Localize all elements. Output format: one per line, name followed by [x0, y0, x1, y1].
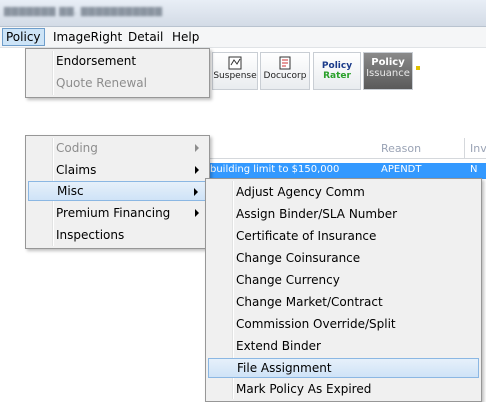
- menu-item-quote-renewal[interactable]: Quote Renewal: [28, 73, 207, 93]
- menu-item-label: Mark Policy As Expired: [236, 382, 372, 396]
- menu-item-commission-override-split[interactable]: Commission Override/Split: [208, 314, 479, 334]
- policy-rater-label-2: Rater: [323, 71, 351, 81]
- menu-policy[interactable]: Policy: [2, 28, 45, 46]
- menu-item-inspections-label: Inspections: [56, 228, 125, 242]
- docucorp-label: Docucorp: [263, 71, 307, 81]
- menu-item-certificate-of-insurance[interactable]: Certificate of Insurance: [208, 226, 479, 246]
- menu-item-change-coinsurance[interactable]: Change Coinsurance: [208, 248, 479, 268]
- column-reason[interactable]: Reason: [381, 142, 421, 155]
- menu-item-change-market-contract[interactable]: Change Market/Contract: [208, 292, 479, 312]
- menu-item-misc[interactable]: Misc: [28, 181, 207, 201]
- misc-submenu: Adjust Agency Comm Assign Binder/SLA Num…: [205, 178, 482, 402]
- menu-item-claims-label: Claims: [56, 163, 97, 177]
- menu-item-coding[interactable]: Coding: [28, 138, 207, 158]
- menu-item-endorsement[interactable]: Endorsement: [28, 51, 207, 71]
- column-inv[interactable]: Inv: [470, 142, 486, 155]
- suspense-button[interactable]: Suspense: [212, 52, 258, 90]
- menu-item-change-currency[interactable]: Change Currency: [208, 270, 479, 290]
- policy-issuance-label-2: Issuance: [366, 68, 410, 79]
- menu-item-label: Adjust Agency Comm: [236, 185, 365, 199]
- menu-item-label: File Assignment: [237, 361, 332, 375]
- grid-header: Reason Inv: [206, 138, 486, 159]
- menu-item-mark-policy-as-expired[interactable]: Mark Policy As Expired: [208, 379, 479, 399]
- menu-item-label: Certificate of Insurance: [236, 229, 377, 243]
- menu-item-assign-binder[interactable]: Assign Binder/SLA Number: [208, 204, 479, 224]
- policy-rater-icon: [314, 53, 360, 61]
- row-reason: APENDT: [381, 164, 422, 175]
- menu-bar: Policy ImageRight Detail Help: [0, 27, 486, 48]
- menu-item-label: Extend Binder: [236, 339, 321, 353]
- chevron-right-icon: [195, 166, 199, 174]
- menu-imageright[interactable]: ImageRight: [50, 29, 125, 45]
- title-bar: ▇▇▇▇▇▇▇ ▇▇. ▇▇▇▇▇▇▇▇▇▇▇: [0, 0, 486, 27]
- menu-detail[interactable]: Detail: [125, 29, 166, 45]
- menu-item-coding-label: Coding: [56, 141, 98, 155]
- menu-item-label: Change Market/Contract: [236, 295, 383, 309]
- chevron-right-icon: [195, 209, 199, 217]
- menu-item-label: Change Coinsurance: [236, 251, 361, 265]
- menu-item-label: Assign Binder/SLA Number: [236, 207, 398, 221]
- menu-item-label: Change Currency: [236, 273, 340, 287]
- toolbar: Suspense Docucorp Policy Rater Policy Is…: [206, 50, 486, 90]
- policy-menu: Coding Claims Misc Premium Financing Ins…: [25, 135, 210, 249]
- menu-item-file-assignment[interactable]: File Assignment: [208, 358, 479, 378]
- policy-rater-label-1: Policy: [321, 61, 353, 71]
- policy-rater-button[interactable]: Policy Rater: [313, 52, 361, 90]
- menu-item-premium-financing[interactable]: Premium Financing: [28, 203, 207, 223]
- chevron-right-icon: [194, 188, 198, 196]
- suspense-icon: [228, 56, 242, 70]
- menu-item-quote-renewal-label: Quote Renewal: [56, 76, 147, 90]
- docucorp-button[interactable]: Docucorp: [260, 52, 310, 90]
- menu-help[interactable]: Help: [169, 29, 202, 45]
- toolbar-overflow-icon[interactable]: [416, 66, 420, 70]
- policy-issuance-button[interactable]: Policy Issuance: [363, 52, 413, 90]
- suspense-label: Suspense: [213, 71, 257, 81]
- menu-item-misc-label: Misc: [57, 184, 84, 198]
- window-title-blurred: ▇▇▇▇▇▇▇ ▇▇. ▇▇▇▇▇▇▇▇▇▇▇: [4, 7, 163, 17]
- menu-item-label: Commission Override/Split: [236, 317, 396, 331]
- docucorp-icon: [279, 56, 291, 70]
- menu-item-adjust-agency-comm[interactable]: Adjust Agency Comm: [208, 182, 479, 202]
- menu-item-claims[interactable]: Claims: [28, 160, 207, 180]
- menu-item-inspections[interactable]: Inspections: [28, 225, 207, 245]
- row-description: building limit to $150,000: [210, 164, 340, 175]
- menu-item-extend-binder[interactable]: Extend Binder: [208, 336, 479, 356]
- policy-menu-top: Endorsement Quote Renewal: [25, 48, 210, 98]
- table-row-selected[interactable]: building limit to $150,000 APENDT N: [206, 163, 486, 179]
- policy-issuance-label-1: Policy: [371, 57, 405, 68]
- menu-item-endorsement-label: Endorsement: [56, 54, 137, 68]
- row-inv: N: [470, 164, 478, 175]
- menu-item-premium-financing-label: Premium Financing: [56, 206, 171, 220]
- chevron-right-icon: [195, 144, 199, 152]
